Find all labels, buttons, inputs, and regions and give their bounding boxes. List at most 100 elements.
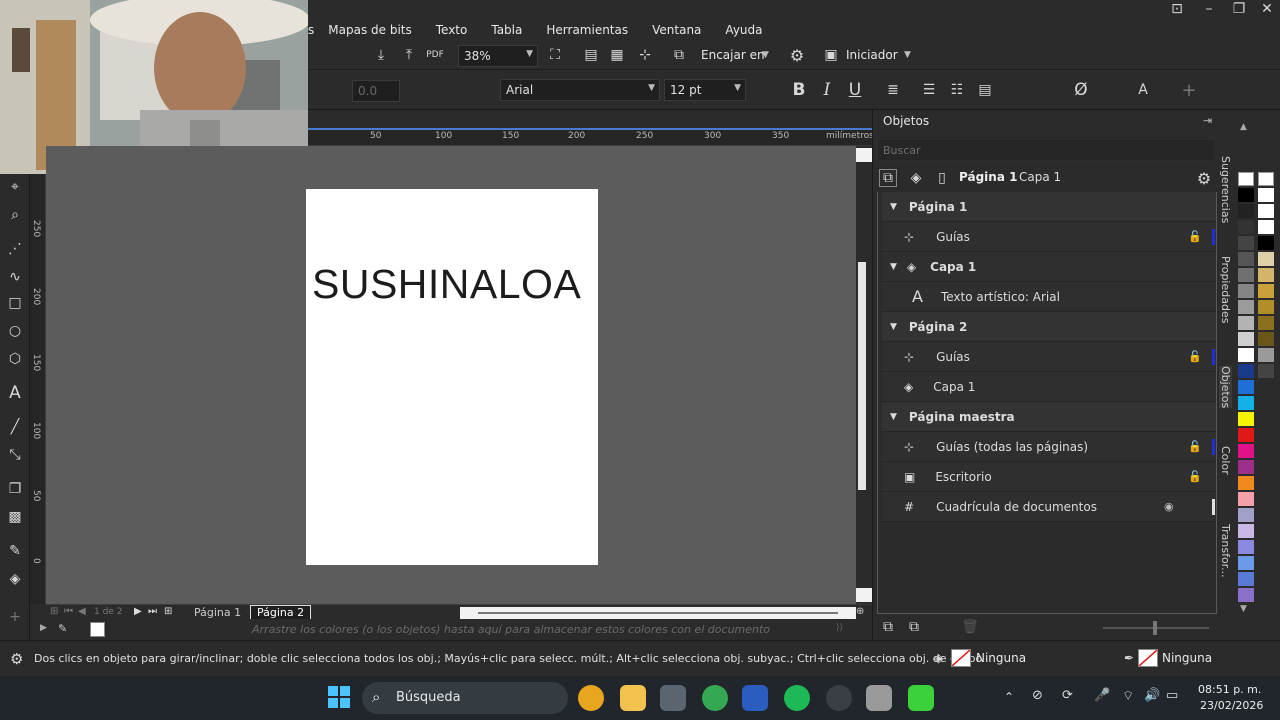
swatch-magenta[interactable]	[1238, 444, 1254, 458]
tree-page-1[interactable]: ▼ Página 1	[882, 192, 1216, 222]
pick-tool-icon[interactable]: ⌖	[6, 178, 24, 196]
bold-button[interactable]: B	[790, 80, 808, 100]
full-screen-icon[interactable]: ⛶	[546, 46, 564, 64]
guides-icon[interactable]: ⊹	[636, 46, 654, 64]
font-family-select[interactable]: Arial ▼	[500, 79, 660, 101]
tree-guides-all[interactable]: ⊹ Guías (todas las páginas) 🔓	[882, 432, 1216, 462]
swatch-sky[interactable]	[1238, 556, 1254, 570]
swatch-lilac[interactable]	[1238, 524, 1254, 538]
new-layer-icon[interactable]: ⧉	[879, 169, 897, 187]
swatch-dark-brown[interactable]	[1258, 332, 1274, 346]
scroll-bottom-box[interactable]	[856, 588, 872, 602]
swatch-pink[interactable]	[1238, 492, 1254, 506]
drop-cap-icon[interactable]: ▤	[976, 81, 994, 99]
tab-objects[interactable]: Objetos	[1219, 366, 1232, 409]
clock-time[interactable]: 08:51 p. m.	[1198, 683, 1261, 696]
vertical-scrollbar[interactable]	[856, 146, 872, 604]
gear-icon[interactable]: ⚙	[1195, 169, 1213, 188]
swatch-tan[interactable]	[1258, 252, 1274, 266]
tree-guides-1[interactable]: ⊹ Guías 🔓	[882, 222, 1216, 252]
lock-icon[interactable]: 🔓	[1188, 350, 1202, 363]
swatch-periwinkle[interactable]	[1238, 540, 1254, 554]
text-tool-icon[interactable]: A	[6, 383, 24, 403]
swatch-violet[interactable]	[1238, 588, 1254, 602]
outline-swatch[interactable]	[1138, 649, 1158, 667]
swatch-gray[interactable]	[1258, 348, 1274, 362]
lock-icon[interactable]: 🔓	[1188, 230, 1202, 243]
launcher-button[interactable]: Iniciador	[846, 48, 898, 62]
battery-icon[interactable]: ▭	[1166, 688, 1178, 703]
document-page[interactable]: SUSHINALOA	[306, 189, 598, 565]
prev-page-icon[interactable]: ◀	[78, 606, 86, 617]
swatch-orange[interactable]	[1238, 476, 1254, 490]
tab-properties[interactable]: Propiedades	[1219, 256, 1232, 323]
tab-hints[interactable]: Sugerencias	[1219, 156, 1232, 223]
swatch-gray-30[interactable]	[1238, 300, 1254, 314]
camera-icon[interactable]	[660, 685, 686, 711]
delete-icon[interactable]: 🗑	[961, 618, 979, 636]
snap-to-button[interactable]: Encajar en	[701, 48, 765, 62]
sync-icon[interactable]: ⟳	[1062, 688, 1073, 703]
tab-page-1[interactable]: Página 1	[194, 606, 241, 619]
slider-handle[interactable]	[1153, 621, 1157, 635]
numbered-list-icon[interactable]: ☷	[948, 81, 966, 99]
swatch-gray-40[interactable]	[1238, 284, 1254, 298]
taskbar-search[interactable]: ⌕ Búsqueda	[362, 682, 568, 714]
lock-icon[interactable]: 🔓	[1188, 440, 1202, 453]
menu-item-bitmaps[interactable]: Mapas de bits	[328, 23, 411, 37]
swatch-red[interactable]	[1238, 428, 1254, 442]
maximize-button[interactable]: ❐	[1230, 0, 1248, 18]
add-page-after-icon[interactable]: ⊞	[164, 606, 172, 617]
rectangle-tool-icon[interactable]: □	[6, 294, 24, 312]
ellipse-tool-icon[interactable]: ○	[6, 322, 24, 340]
menu-item-table[interactable]: Tabla	[491, 23, 522, 37]
swatch-lavender[interactable]	[1238, 508, 1254, 522]
text-align-icon[interactable]: ≣	[884, 81, 902, 99]
word-icon[interactable]	[742, 685, 768, 711]
menu-item-help[interactable]: Ayuda	[725, 23, 762, 37]
palette-expand-icon[interactable]: ▶	[40, 623, 47, 633]
freehand-tool-icon[interactable]: ∿	[6, 268, 24, 286]
tree-document-grid[interactable]: # Cuadrícula de documentos ◉	[882, 492, 1216, 522]
swatch-none[interactable]	[1258, 172, 1274, 186]
scroll-thumb[interactable]	[478, 612, 838, 614]
italic-button[interactable]: I	[818, 80, 836, 100]
current-page-label[interactable]: Página 1	[959, 170, 1017, 184]
no-color-swatch[interactable]	[90, 622, 105, 637]
volume-icon[interactable]: 🔊	[1144, 688, 1160, 703]
text-properties-icon[interactable]: A	[1134, 81, 1152, 99]
swatch-sand[interactable]	[1258, 268, 1274, 282]
minimize-button[interactable]: –	[1200, 0, 1218, 18]
transparency-tool-icon[interactable]: ▩	[6, 508, 24, 526]
tree-layer-1[interactable]: ▼ ◈ Capa 1	[882, 252, 1216, 282]
artistic-text[interactable]: SUSHINALOA	[312, 261, 581, 308]
menu-item-tools[interactable]: Herramientas	[546, 23, 628, 37]
lock-icon[interactable]: 🔓	[1188, 470, 1202, 483]
tree-artistic-text[interactable]: A Texto artístico: Arial	[882, 282, 1216, 312]
swatch-blue[interactable]	[1238, 380, 1254, 394]
zoom-navigator-icon[interactable]: ⊕	[856, 606, 864, 617]
tree-page-2[interactable]: ▼ Página 2	[882, 312, 1216, 342]
chrome-profile-icon[interactable]	[702, 685, 728, 711]
fill-tool-icon[interactable]: ◈	[6, 570, 24, 588]
swatch-purple[interactable]	[1238, 460, 1254, 474]
spotify-icon[interactable]	[784, 685, 810, 711]
coreldraw-icon[interactable]	[908, 685, 934, 711]
line-tool-icon[interactable]: ╱	[6, 418, 24, 436]
horizontal-scrollbar[interactable]	[460, 607, 856, 619]
docker-collapse-icon[interactable]: ⇥	[1203, 114, 1212, 127]
last-page-icon[interactable]: ⏭	[148, 606, 157, 617]
add-page-icon[interactable]: ⊞	[50, 606, 58, 617]
next-page-icon[interactable]: ▶	[134, 606, 142, 617]
snap-icon[interactable]: ⧉	[670, 46, 688, 64]
swatch-cornflower[interactable]	[1238, 572, 1254, 586]
chevron-down-icon[interactable]: ▼	[890, 322, 897, 332]
tab-transform[interactable]: Transfor...	[1219, 524, 1232, 578]
swatch-white[interactable]	[1238, 348, 1254, 362]
swatch-black[interactable]	[1238, 188, 1254, 202]
chevron-down-icon[interactable]: ▼	[1240, 604, 1247, 614]
eyedropper-tool-icon[interactable]: ✎	[6, 542, 24, 560]
polygon-tool-icon[interactable]: ⬡	[6, 350, 24, 368]
settings-app-icon[interactable]	[826, 685, 852, 711]
swatch-gray-10[interactable]	[1238, 332, 1254, 346]
